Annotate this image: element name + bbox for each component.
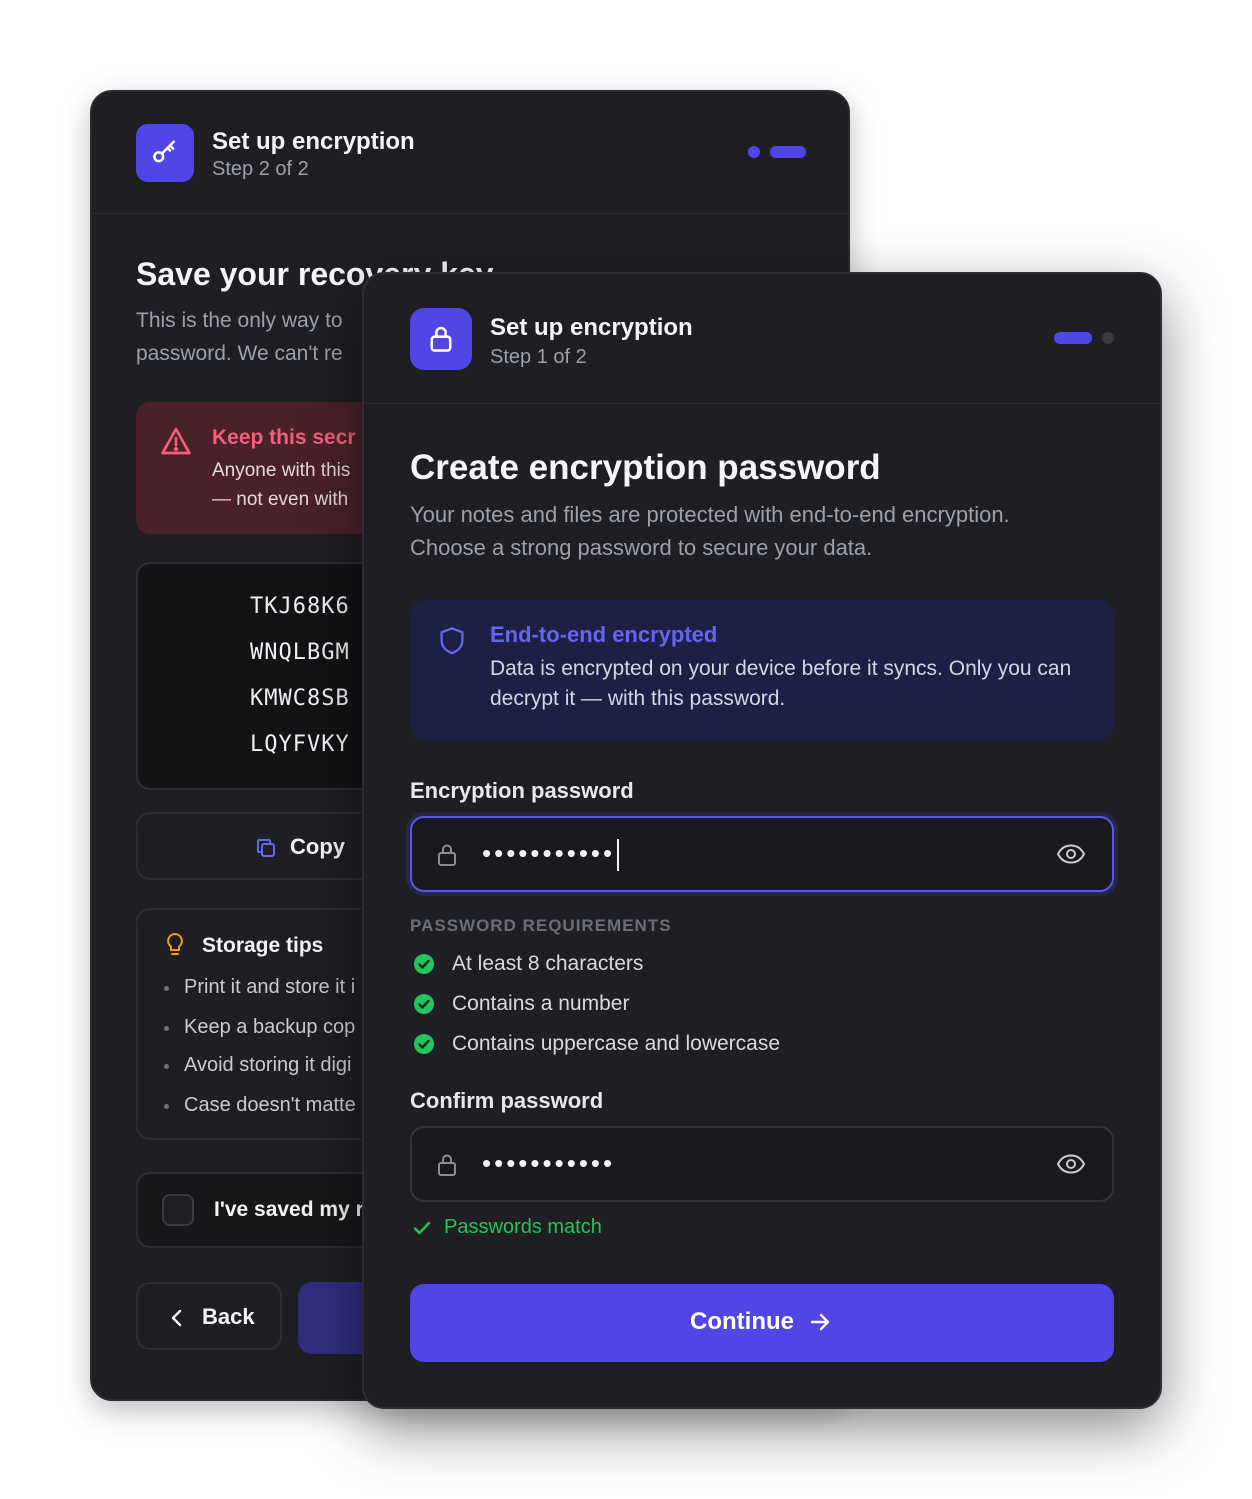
warning-title: Keep this secr [212, 426, 356, 449]
step-indicator-2 [770, 146, 806, 158]
e2e-info-box: End-to-end encrypted Data is encrypted o… [410, 600, 1114, 740]
tip-item: Keep a backup cop [163, 1016, 356, 1038]
header-title: Set up encryption [212, 128, 415, 155]
saved-label: I've saved my r [214, 1198, 364, 1221]
back-label: Back [202, 1304, 255, 1329]
check-icon [412, 1218, 432, 1244]
header-step: Step 1 of 2 [490, 346, 587, 368]
step-indicator-1 [1054, 332, 1092, 344]
recovery-key-line: LQYFVKY [250, 732, 350, 757]
copy-icon [254, 836, 278, 865]
eye-icon[interactable] [1056, 842, 1086, 871]
password-label: Encryption password [410, 778, 634, 803]
header-step: Step 2 of 2 [212, 158, 309, 180]
shield-icon [438, 626, 466, 661]
tip-item: Avoid storing it digi [164, 1054, 352, 1076]
eye-icon[interactable] [1056, 1152, 1086, 1181]
copy-label: Copy [290, 834, 345, 859]
warning-text: Anyone with this — not even with [212, 460, 351, 510]
recovery-key-line: TKJ68K6 [250, 594, 350, 619]
confirm-label: Confirm password [410, 1088, 604, 1113]
continue-label: Continue [690, 1308, 794, 1335]
card-header: Set up encryption Step 1 of 2 [364, 274, 1160, 404]
continue-button[interactable]: Continue [410, 1284, 1114, 1362]
lock-icon [436, 1152, 458, 1183]
card-header: Set up encryption Step 2 of 2 [92, 92, 848, 214]
page-description: Your notes and files are protected with … [410, 502, 1010, 560]
create-password-card: Set up encryption Step 1 of 2 Create enc… [362, 272, 1162, 1409]
key-icon [136, 124, 194, 182]
password-value: ••••••••••• [482, 838, 620, 872]
back-button[interactable]: Back [136, 1282, 282, 1350]
arrow-right-icon [808, 1310, 832, 1339]
check-icon [414, 994, 434, 1014]
page-description: This is the only way to password. We can… [136, 309, 343, 365]
confirm-password-input[interactable]: ••••••••••• [410, 1126, 1114, 1202]
tip-item: Case doesn't matte [164, 1094, 356, 1116]
info-text: Data is encrypted on your device before … [490, 657, 1072, 710]
info-title: End-to-end encrypted [490, 622, 718, 647]
password-input[interactable]: ••••••••••• [410, 816, 1114, 892]
step-indicator-1 [748, 146, 760, 158]
chevron-left-icon [170, 1308, 184, 1333]
header-title: Set up encryption [490, 314, 693, 341]
step-indicator-2 [1102, 332, 1114, 344]
tips-title: Storage tips [202, 934, 324, 957]
saved-checkbox[interactable] [162, 1194, 194, 1226]
requirements-heading: PASSWORD REQUIREMENTS [410, 916, 672, 935]
page-title: Create encryption password [410, 448, 881, 487]
confirm-value: ••••••••••• [482, 1148, 616, 1178]
warning-icon [160, 426, 192, 461]
lock-icon [436, 842, 458, 873]
lightbulb-icon [164, 932, 186, 963]
check-icon [414, 1034, 434, 1054]
lock-icon [410, 308, 472, 370]
check-icon [414, 954, 434, 974]
recovery-key-line: WNQLBGM [250, 640, 350, 665]
tip-item: Print it and store it i [163, 976, 356, 998]
recovery-key-line: KMWC8SB [250, 686, 350, 711]
